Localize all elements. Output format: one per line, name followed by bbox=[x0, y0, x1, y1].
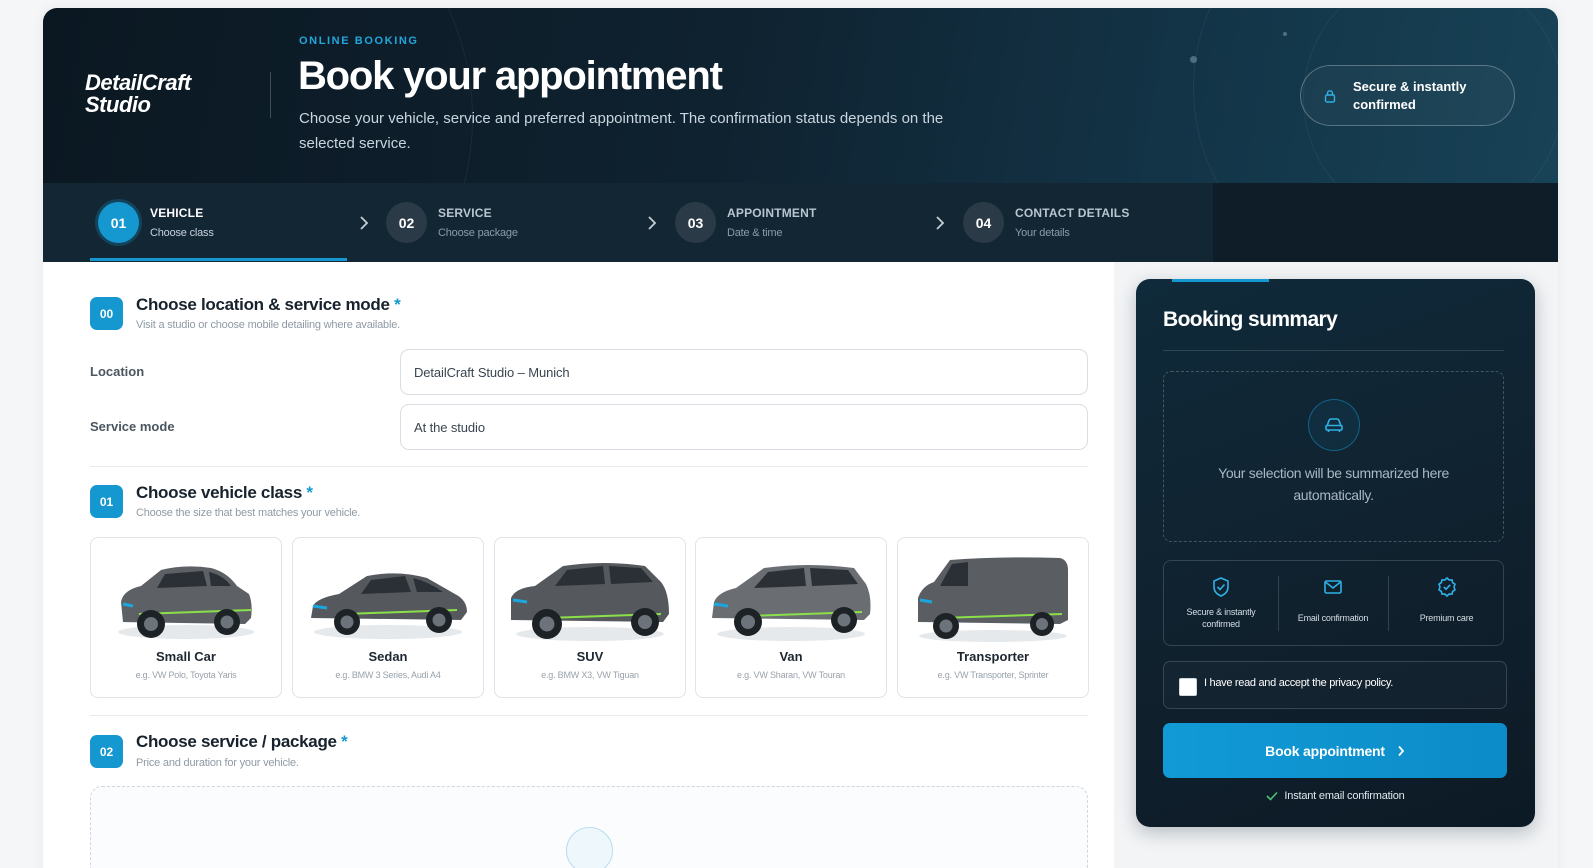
summary-accent-bar bbox=[1172, 279, 1269, 282]
suv-icon bbox=[511, 563, 669, 641]
service-mode-label: Service mode bbox=[90, 419, 175, 434]
step-vehicle[interactable]: 01 VEHICLE Choose class bbox=[98, 183, 214, 262]
section-subtitle-package: Price and duration for your vehicle. bbox=[136, 757, 299, 769]
summary-features: Secure & instantly confirmed Email confi… bbox=[1163, 560, 1504, 646]
feature-secure: Secure & instantly confirmed bbox=[1164, 561, 1278, 647]
section-title-location: Choose location & service mode * bbox=[136, 295, 401, 314]
book-appointment-button[interactable]: Book appointment bbox=[1163, 723, 1507, 778]
vehicle-example: e.g. BMW 3 Series, Audi A4 bbox=[335, 670, 441, 680]
step-service[interactable]: 02 SERVICE Choose package bbox=[386, 183, 518, 262]
small-car-icon bbox=[118, 566, 254, 639]
hero-header: DetailCraft Studio ONLINE BOOKING Book y… bbox=[43, 8, 1558, 183]
secure-badge: Secure & instantly confirmed bbox=[1300, 65, 1515, 126]
booking-stepper: 01 VEHICLE Choose class 02 SERVICE Choos… bbox=[43, 183, 1558, 262]
car-icon bbox=[1308, 399, 1360, 451]
vehicle-example: e.g. VW Sharan, VW Touran bbox=[737, 670, 845, 680]
summary-title: Booking summary bbox=[1163, 308, 1338, 331]
location-label: Location bbox=[90, 364, 145, 379]
vehicle-card-van[interactable]: Van e.g. VW Sharan, VW Touran bbox=[695, 537, 887, 698]
vehicle-card-small-car[interactable]: Small Car e.g. VW Polo, Toyota Yaris bbox=[90, 537, 282, 698]
badge-check-icon bbox=[1437, 576, 1456, 598]
chevron-right-icon bbox=[936, 216, 945, 230]
privacy-label[interactable]: I have read and accept the privacy polic… bbox=[1204, 677, 1393, 689]
section-subtitle-vehicle: Choose the size that best matches your v… bbox=[136, 507, 361, 519]
feature-premium: Premium care bbox=[1388, 561, 1505, 647]
step-sublabel: Date & time bbox=[727, 227, 783, 239]
vehicle-name: SUV bbox=[576, 649, 604, 664]
step-label: CONTACT DETAILS bbox=[1015, 206, 1130, 220]
page-title: Book your appointment bbox=[298, 54, 723, 98]
transporter-icon bbox=[918, 557, 1068, 642]
vehicle-card-sedan[interactable]: Sedan e.g. BMW 3 Series, Audi A4 bbox=[292, 537, 484, 698]
page-subtitle: Choose your vehicle, service and preferr… bbox=[299, 110, 944, 152]
book-appointment-label: Book appointment bbox=[1265, 742, 1385, 759]
booking-summary-panel: Booking summary Your selection will be s… bbox=[1136, 279, 1535, 827]
location-select[interactable]: DetailCraft Studio – Munich bbox=[400, 349, 1088, 395]
step-number: 02 bbox=[386, 202, 427, 243]
step-sublabel: Your details bbox=[1015, 227, 1070, 239]
section-number-00: 00 bbox=[90, 297, 123, 330]
checkmark-icon bbox=[1266, 791, 1279, 801]
brand-logo[interactable]: DetailCraft Studio bbox=[85, 72, 191, 116]
privacy-checkbox[interactable] bbox=[1179, 678, 1197, 696]
chevron-right-icon bbox=[1398, 745, 1405, 756]
step-sublabel: Choose package bbox=[438, 227, 518, 239]
logo-divider bbox=[270, 72, 271, 118]
chevron-right-icon bbox=[648, 216, 657, 230]
eyebrow-label: ONLINE BOOKING bbox=[299, 35, 419, 47]
section-divider bbox=[90, 715, 1088, 716]
step-sublabel: Choose class bbox=[150, 227, 214, 239]
vehicle-name: Van bbox=[779, 649, 803, 664]
section-number-01: 01 bbox=[90, 485, 123, 518]
feature-label: Secure & instantly confirmed bbox=[1186, 607, 1256, 629]
package-placeholder bbox=[90, 786, 1088, 868]
feature-label: Premium care bbox=[1419, 613, 1474, 623]
vehicle-card-suv[interactable]: SUV e.g. BMW X3, VW Tiguan bbox=[494, 537, 686, 698]
service-mode-select[interactable]: At the studio bbox=[400, 404, 1088, 450]
section-subtitle-location: Visit a studio or choose mobile detailin… bbox=[136, 319, 400, 331]
privacy-consent[interactable]: I have read and accept the privacy polic… bbox=[1163, 661, 1507, 709]
step-label: SERVICE bbox=[438, 206, 492, 220]
vehicle-name: Small Car bbox=[156, 649, 216, 664]
section-number-02: 02 bbox=[90, 735, 123, 768]
summary-empty-text: Your selection will be summarized here a… bbox=[1218, 465, 1449, 503]
envelope-icon bbox=[1324, 580, 1342, 594]
step-contact-details[interactable]: 04 CONTACT DETAILS Your details bbox=[963, 183, 1130, 262]
section-title-package: Choose service / package * bbox=[136, 732, 348, 751]
summary-divider bbox=[1163, 350, 1504, 351]
step-label: VEHICLE bbox=[150, 206, 204, 220]
vehicle-name: Sedan bbox=[368, 649, 408, 664]
shield-check-icon bbox=[1213, 577, 1229, 597]
van-icon bbox=[712, 565, 871, 641]
chevron-right-icon bbox=[360, 216, 369, 230]
summary-empty-state: Your selection will be summarized here a… bbox=[1163, 371, 1504, 542]
section-divider bbox=[90, 466, 1088, 467]
step-appointment[interactable]: 03 APPOINTMENT Date & time bbox=[675, 183, 817, 262]
vehicle-name: Transporter bbox=[956, 649, 1030, 664]
lock-icon bbox=[1324, 89, 1336, 103]
vehicle-card-transporter[interactable]: Transporter e.g. VW Transporter, Sprinte… bbox=[897, 537, 1089, 698]
step-number: 04 bbox=[963, 202, 1004, 243]
sedan-icon bbox=[311, 573, 467, 639]
instant-confirmation-note: Instant email confirmation bbox=[1136, 790, 1535, 802]
package-icon bbox=[566, 827, 613, 868]
feature-email: Email confirmation bbox=[1278, 561, 1388, 647]
booking-page: DetailCraft Studio ONLINE BOOKING Book y… bbox=[43, 8, 1558, 868]
active-step-indicator bbox=[90, 258, 347, 261]
vehicle-example: e.g. VW Polo, Toyota Yaris bbox=[135, 670, 237, 680]
vehicle-example: e.g. BMW X3, VW Tiguan bbox=[541, 670, 639, 680]
secure-badge-text: Secure & instantly confirmed bbox=[1353, 78, 1467, 112]
section-title-vehicle: Choose vehicle class * bbox=[136, 483, 313, 502]
feature-label: Email confirmation bbox=[1297, 613, 1369, 623]
vehicle-example: e.g. VW Transporter, Sprinter bbox=[937, 670, 1049, 680]
step-number: 01 bbox=[98, 202, 139, 243]
step-label: APPOINTMENT bbox=[727, 206, 817, 220]
step-number: 03 bbox=[675, 202, 716, 243]
